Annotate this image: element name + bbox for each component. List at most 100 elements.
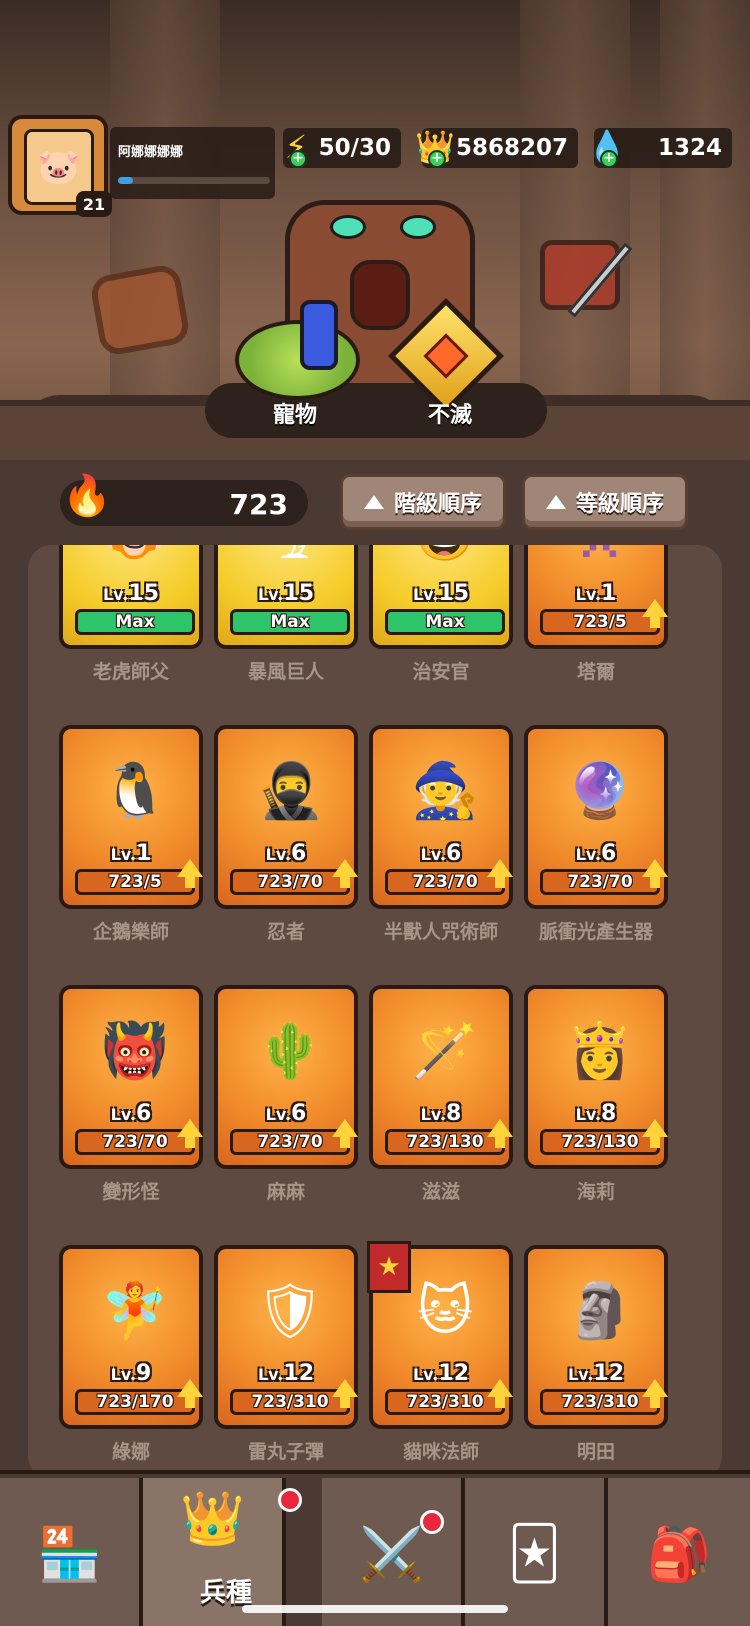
unit-card[interactable]: 🛡 Lv.12 723/310 — [214, 1245, 358, 1429]
upgrade-arrow-icon[interactable] — [642, 1379, 668, 1408]
gem-counter[interactable]: 💧 + 1324 — [587, 128, 732, 168]
level-prefix: Lv. — [420, 845, 447, 864]
power-value: 723 — [229, 488, 288, 521]
unit-card[interactable]: 👸 Lv.8 723/130 — [524, 985, 668, 1169]
unit-card[interactable]: 👹 Lv.6 723/70 — [59, 985, 203, 1169]
unit-name: 綠娜 — [111, 1441, 150, 1463]
level-number: 6 — [446, 841, 462, 866]
level-prefix: Lv. — [265, 845, 292, 864]
avatar-frame[interactable]: 🐷 21 — [8, 115, 112, 217]
unit-portrait: 🌪 — [250, 545, 330, 578]
unit-name: 麻麻 — [266, 1181, 305, 1203]
sort-rank-button[interactable]: 階級順序 — [340, 474, 506, 530]
toolbar: 🔥 723 階級順序 等級順序 — [0, 460, 750, 540]
golem-mouth — [350, 260, 410, 330]
unit-name: 老虎師父 — [92, 661, 169, 683]
unit-card[interactable]: 🐧 Lv.1 723/5 — [59, 725, 203, 909]
level-prefix: Lv. — [412, 585, 439, 604]
unit-portrait: 🗿 — [566, 1278, 634, 1342]
unit-name: 忍者 — [266, 921, 305, 943]
unit-portrait: 🐯 — [95, 545, 175, 578]
unit-card[interactable]: 🐱 ★ Lv.12 723/310 — [367, 1241, 513, 1429]
unit-name: 明田 — [576, 1441, 615, 1463]
upgrade-arrow-icon[interactable] — [642, 1119, 668, 1148]
unit-card[interactable]: 🤠 Lv.15 Max — [369, 545, 513, 649]
nav-cards[interactable]: 🃏 — [465, 1478, 608, 1626]
gem-icon: 💧 + — [587, 128, 627, 168]
unit-card[interactable]: 🪄 Lv.8 723/130 — [369, 985, 513, 1169]
background-pillar — [660, 0, 750, 420]
nav-battle[interactable]: ⚔️ — [322, 1478, 465, 1626]
unit-card[interactable]: 🗿 Lv.12 723/310 — [524, 1245, 668, 1429]
energy-counter[interactable]: ⚡ + 50/30 — [283, 128, 401, 168]
level-number: 1 — [136, 841, 152, 866]
crown-coin-icon: 👑 + — [415, 128, 455, 168]
add-gem-icon[interactable]: + — [600, 150, 618, 168]
level-prefix: Lv. — [265, 1105, 292, 1124]
upgrade-arrow-icon[interactable] — [332, 1379, 358, 1408]
unit-card[interactable]: 🐯 Lv.15 Max — [59, 545, 203, 649]
unit-card[interactable]: 🌵 Lv.6 723/70 — [214, 985, 358, 1169]
unit-card[interactable]: 🥷 Lv.6 723/70 — [214, 725, 358, 909]
upgrade-arrow-icon[interactable] — [642, 599, 668, 628]
upgrade-arrow-icon[interactable] — [332, 1119, 358, 1148]
shop-icon: 🏪 — [37, 1524, 102, 1585]
level-number: 1 — [601, 581, 617, 606]
unit-portrait: 🌵 — [256, 1018, 324, 1082]
upgrade-arrow-icon[interactable] — [642, 859, 668, 888]
unit-name: 變形怪 — [102, 1181, 160, 1203]
unit-portrait: 🛡 — [255, 1278, 325, 1342]
upgrade-arrow-icon[interactable] — [332, 859, 358, 888]
level-prefix: Lv. — [567, 1365, 594, 1384]
unit-card[interactable]: 🌪 Lv.15 Max — [214, 545, 358, 649]
energy-value: 50/30 — [318, 135, 391, 161]
level-prefix: Lv. — [575, 585, 602, 604]
upgrade-arrow-icon[interactable] — [177, 859, 203, 888]
upgrade-arrow-icon[interactable] — [487, 1379, 513, 1408]
unit-card[interactable]: 🧙 Lv.6 723/70 — [369, 725, 513, 909]
home-indicator[interactable] — [242, 1605, 508, 1613]
nav-items[interactable]: 🎒 — [608, 1478, 750, 1626]
unit-card[interactable]: 👾Lv.1723/5 — [524, 545, 668, 649]
upgrade-arrow-icon[interactable] — [487, 1119, 513, 1148]
level-prefix: Lv. — [257, 585, 284, 604]
golem-eye — [400, 215, 436, 239]
unit-card[interactable]: 🔮 Lv.6 723/70 — [524, 725, 668, 909]
sort-level-button[interactable]: 等級順序 — [522, 474, 688, 530]
nav-shop[interactable]: 🏪 — [0, 1478, 143, 1626]
unit-portrait: 🐱 — [416, 1279, 474, 1342]
player-name-panel: 阿娜娜娜娜 — [110, 127, 275, 199]
immortal-gem-icon — [423, 333, 469, 379]
pet-label[interactable]: 寵物 — [273, 397, 317, 429]
unit-portrait: 🧚 — [101, 1278, 169, 1342]
card-icon: 🃏 — [507, 1524, 562, 1584]
unit-card[interactable]: 🧚 Lv.9 723/170 — [59, 1245, 203, 1429]
level-prefix: Lv. — [257, 1365, 284, 1384]
level-number: 15 — [438, 581, 470, 606]
level-number: 6 — [136, 1101, 152, 1126]
level-number: 12 — [283, 1361, 315, 1386]
add-gold-icon[interactable]: + — [428, 150, 446, 168]
upgrade-arrow-icon[interactable] — [487, 859, 513, 888]
unit-name: 貓咪法師 — [402, 1441, 479, 1463]
crossed-swords-icon: ⚔️ — [359, 1524, 424, 1585]
gold-counter[interactable]: 👑 + 5868207 — [415, 128, 578, 168]
unit-name: 治安官 — [412, 661, 470, 683]
background-pillar — [110, 0, 220, 420]
level-number: 8 — [601, 1101, 617, 1126]
pet-button[interactable] — [235, 320, 360, 400]
unit-portrait: 🪄 — [411, 1018, 479, 1082]
upgrade-arrow-icon[interactable] — [177, 1119, 203, 1148]
gold-value: 5868207 — [455, 135, 568, 161]
items-icon: 🎒 — [646, 1524, 712, 1585]
unit-progress: Max — [75, 609, 195, 635]
unit-level: Lv.15 — [63, 581, 199, 606]
level-number: 6 — [291, 1101, 307, 1126]
add-energy-icon[interactable]: + — [289, 150, 307, 168]
upgrade-arrow-icon[interactable] — [177, 1379, 203, 1408]
golem-eye — [330, 215, 366, 239]
unit-level: Lv.15 — [218, 581, 354, 606]
immortal-label[interactable]: 不滅 — [428, 397, 472, 429]
player-profile[interactable]: 🐷 21 阿娜娜娜娜 — [8, 115, 275, 217]
level-prefix: Lv. — [575, 845, 602, 864]
